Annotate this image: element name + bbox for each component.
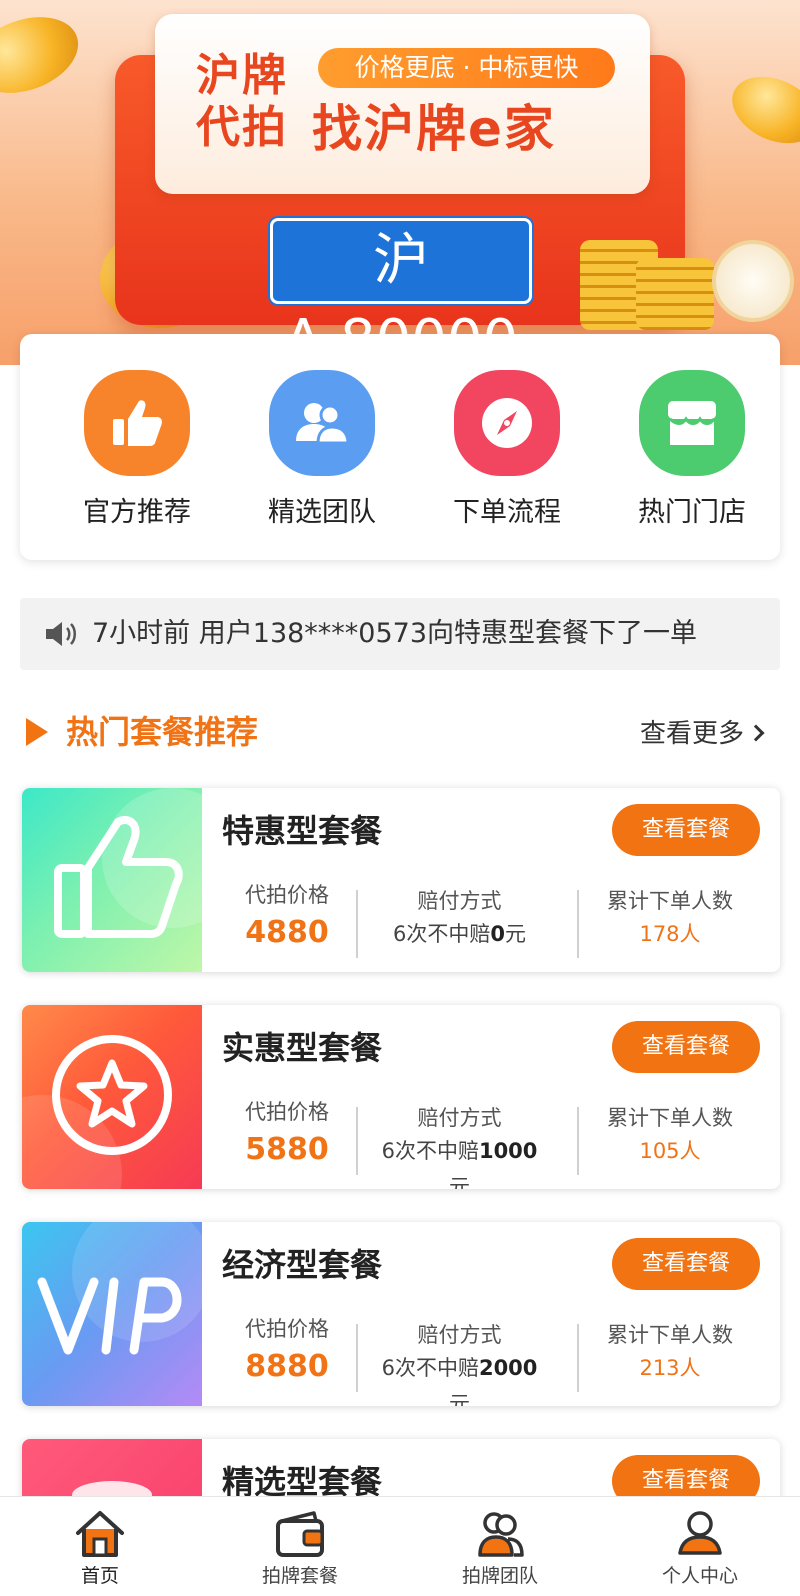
divider bbox=[356, 1107, 358, 1175]
divider bbox=[577, 1107, 579, 1175]
package-card[interactable]: 特惠型套餐 查看套餐 代拍价格 4880 赔付方式 6次不中赔0元 累计下单人数… bbox=[22, 788, 780, 972]
compensation-value: 6次不中赔2000元 bbox=[381, 1356, 538, 1406]
price-block: 代拍价格 8880 bbox=[222, 1314, 352, 1390]
tab-label: 首页 bbox=[80, 1565, 119, 1587]
compensation-block: 赔付方式 6次不中赔1000元 bbox=[372, 1103, 547, 1189]
section-marker-icon bbox=[26, 718, 48, 746]
nav-item-process[interactable]: 下单流程 bbox=[437, 370, 577, 529]
divider bbox=[356, 890, 358, 958]
user-icon bbox=[674, 1509, 726, 1559]
banner-tagline: 价格更底 · 中标更快 bbox=[318, 48, 615, 88]
team-icon bbox=[474, 1509, 526, 1559]
star-icon bbox=[22, 1035, 172, 1189]
order-count-value: 213人 bbox=[639, 1356, 701, 1380]
order-count-label: 累计下单人数 bbox=[607, 1106, 733, 1130]
package-thumbnail bbox=[22, 1005, 202, 1189]
divider bbox=[356, 1324, 358, 1392]
coin-decoration bbox=[721, 63, 800, 157]
home-icon bbox=[74, 1509, 126, 1559]
chevron-right-icon bbox=[747, 724, 765, 742]
vip-icon bbox=[37, 1222, 202, 1355]
nav-label: 下单流程 bbox=[453, 497, 561, 528]
view-package-button[interactable]: 查看套餐 bbox=[612, 1021, 760, 1073]
nav-label: 热门门店 bbox=[638, 497, 746, 528]
tab-label: 拍牌团队 bbox=[461, 1565, 538, 1587]
coin-decoration bbox=[0, 3, 89, 107]
coin-stack bbox=[636, 258, 714, 330]
package-card[interactable]: 经济型套餐 查看套餐 代拍价格 8880 赔付方式 6次不中赔2000元 累计下… bbox=[22, 1222, 780, 1406]
compensation-label: 赔付方式 bbox=[417, 1323, 502, 1347]
quick-nav-card: 官方推荐 精选团队 下单流程 热门门店 bbox=[20, 334, 780, 560]
package-thumbnail bbox=[22, 788, 202, 972]
speaker-icon bbox=[44, 620, 80, 652]
banner-title-main: 找沪牌e家 bbox=[312, 100, 556, 158]
view-package-button[interactable]: 查看套餐 bbox=[612, 1238, 760, 1290]
tab-profile[interactable]: 个人中心 bbox=[600, 1497, 800, 1596]
compensation-label: 赔付方式 bbox=[417, 1106, 502, 1130]
order-notice-bar[interactable]: 7小时前 用户138****0573向特惠型套餐下了一单 bbox=[20, 598, 780, 670]
bottom-tab-bar: 首页 拍牌套餐 拍牌团队 个人中心 bbox=[0, 1496, 800, 1596]
divider bbox=[577, 1324, 579, 1392]
license-plate: 沪A·80000 bbox=[270, 218, 532, 365]
price-value: 4880 bbox=[245, 915, 329, 950]
compass-icon bbox=[454, 370, 560, 476]
store-icon bbox=[639, 370, 745, 476]
see-more-link[interactable]: 查看更多 bbox=[640, 714, 765, 754]
nav-label: 官方推荐 bbox=[83, 497, 191, 528]
package-name: 特惠型套餐 bbox=[222, 812, 383, 850]
package-name: 经济型套餐 bbox=[222, 1246, 383, 1284]
package-card[interactable]: 实惠型套餐 查看套餐 代拍价格 5880 赔付方式 6次不中赔1000元 累计下… bbox=[22, 1005, 780, 1189]
price-block: 代拍价格 5880 bbox=[222, 1097, 352, 1173]
order-count-block: 累计下单人数 213人 bbox=[590, 1320, 750, 1386]
price-label: 代拍价格 bbox=[245, 883, 329, 907]
order-count-label: 累计下单人数 bbox=[607, 1323, 733, 1347]
thumbs-up-icon bbox=[84, 370, 190, 476]
package-thumbnail bbox=[22, 1222, 202, 1406]
nav-label: 精选团队 bbox=[268, 497, 376, 528]
price-label: 代拍价格 bbox=[245, 1317, 329, 1341]
nav-item-team[interactable]: 精选团队 bbox=[252, 370, 392, 529]
compensation-value: 6次不中赔0元 bbox=[393, 922, 526, 946]
price-block: 代拍价格 4880 bbox=[222, 880, 352, 956]
price-value: 8880 bbox=[245, 1349, 329, 1384]
tab-label: 拍牌套餐 bbox=[261, 1565, 338, 1587]
compensation-value: 6次不中赔1000元 bbox=[381, 1139, 538, 1189]
team-icon bbox=[269, 370, 375, 476]
banner-title-left: 沪牌代拍 bbox=[196, 50, 288, 153]
order-count-value: 178人 bbox=[639, 922, 701, 946]
compensation-label: 赔付方式 bbox=[417, 889, 502, 913]
price-label: 代拍价格 bbox=[245, 1100, 329, 1124]
tab-packages[interactable]: 拍牌套餐 bbox=[200, 1497, 400, 1596]
tab-home[interactable]: 首页 bbox=[0, 1497, 200, 1596]
order-count-label: 累计下单人数 bbox=[607, 889, 733, 913]
compensation-block: 赔付方式 6次不中赔2000元 bbox=[372, 1320, 547, 1406]
clock-decoration bbox=[712, 240, 794, 322]
nav-item-official[interactable]: 官方推荐 bbox=[67, 370, 207, 529]
tab-label: 个人中心 bbox=[661, 1565, 738, 1587]
wallet-icon bbox=[274, 1509, 326, 1559]
order-count-value: 105人 bbox=[639, 1139, 701, 1163]
notice-text: 7小时前 用户138****0573向特惠型套餐下了一单 bbox=[92, 618, 698, 649]
price-value: 5880 bbox=[245, 1132, 329, 1167]
order-count-block: 累计下单人数 178人 bbox=[590, 886, 750, 952]
hero-banner[interactable]: 沪牌代拍 价格更底 · 中标更快 找沪牌e家 沪A·80000 bbox=[0, 0, 800, 365]
compensation-block: 赔付方式 6次不中赔0元 bbox=[372, 886, 547, 952]
nav-item-store[interactable]: 热门门店 bbox=[622, 370, 762, 529]
tab-team[interactable]: 拍牌团队 bbox=[400, 1497, 600, 1596]
view-package-button[interactable]: 查看套餐 bbox=[612, 804, 760, 856]
thumbs-up-icon bbox=[54, 788, 202, 938]
section-title: 热门套餐推荐 bbox=[66, 713, 259, 751]
see-more-label: 查看更多 bbox=[640, 719, 745, 749]
order-count-block: 累计下单人数 105人 bbox=[590, 1103, 750, 1169]
divider bbox=[577, 890, 579, 958]
package-name: 实惠型套餐 bbox=[222, 1029, 383, 1067]
